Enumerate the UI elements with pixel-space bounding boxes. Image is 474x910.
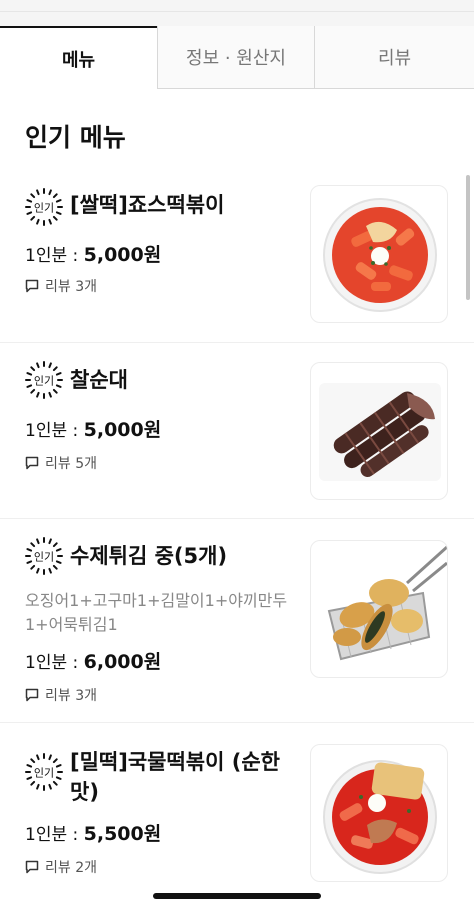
item-price: 1인분 : 6,000원 bbox=[25, 647, 161, 674]
price-value: 5,000원 bbox=[83, 244, 162, 266]
item-name: 수제튀김 중(5개) bbox=[70, 544, 228, 568]
menu-item[interactable]: 인기 수제튀김 중(5개) 오징어1+고구마1+김말이1+야끼만두1+어묵튀김1… bbox=[0, 519, 474, 723]
status-area bbox=[0, 0, 474, 26]
review-count[interactable]: 리뷰 3개 bbox=[25, 685, 97, 705]
price-value: 6,000원 bbox=[83, 651, 162, 673]
price-prefix: 1인분 : bbox=[25, 653, 79, 673]
popular-badge-icon: 인기 bbox=[25, 537, 63, 575]
item-description: 오징어1+고구마1+김말이1+야끼만두1+어묵튀김1 bbox=[25, 591, 288, 634]
price-value: 5,000원 bbox=[83, 419, 162, 441]
item-price: 1인분 : 5,000원 bbox=[25, 240, 161, 267]
price-prefix: 1인분 : bbox=[25, 421, 79, 441]
home-indicator[interactable] bbox=[153, 893, 321, 899]
badge-label: 인기 bbox=[34, 202, 54, 215]
tab-menu[interactable]: 메뉴 bbox=[0, 26, 157, 89]
popular-badge-icon: 인기 bbox=[25, 188, 63, 226]
scrollbar[interactable] bbox=[466, 175, 470, 300]
section-title: 인기 메뉴 bbox=[25, 123, 126, 152]
tab-bar: 메뉴 정보 · 원산지 리뷰 bbox=[0, 26, 474, 89]
review-label: 리뷰 3개 bbox=[45, 279, 97, 295]
badge-label: 인기 bbox=[34, 551, 54, 564]
item-image[interactable] bbox=[310, 744, 448, 882]
tab-info-origin[interactable]: 정보 · 원산지 bbox=[157, 26, 314, 89]
item-image[interactable] bbox=[310, 185, 448, 323]
review-label: 리뷰 5개 bbox=[45, 456, 97, 472]
review-count[interactable]: 리뷰 2개 bbox=[25, 857, 97, 877]
price-value: 5,500원 bbox=[83, 823, 162, 845]
review-count[interactable]: 리뷰 5개 bbox=[25, 453, 97, 473]
speech-bubble-icon bbox=[25, 456, 39, 470]
popular-badge-icon: 인기 bbox=[25, 361, 63, 399]
item-name: 찰순대 bbox=[70, 368, 128, 392]
review-count[interactable]: 리뷰 3개 bbox=[25, 276, 97, 296]
item-name: [밀떡]국물떡볶이 (순한맛) bbox=[70, 750, 280, 804]
fried-basket-image bbox=[327, 545, 447, 661]
price-prefix: 1인분 : bbox=[25, 246, 79, 266]
item-price: 1인분 : 5,000원 bbox=[25, 415, 161, 442]
tab-reviews[interactable]: 리뷰 bbox=[314, 26, 474, 89]
review-label: 리뷰 2개 bbox=[45, 860, 97, 876]
menu-item[interactable]: 인기 [쌀떡]죠스떡볶이 1인분 : 5,000원 리뷰 3개 bbox=[0, 168, 474, 343]
item-name: [쌀떡]죠스떡볶이 bbox=[70, 193, 225, 217]
speech-bubble-icon bbox=[25, 279, 39, 293]
badge-label: 인기 bbox=[34, 375, 54, 388]
tteokbokki-bowl-image bbox=[323, 198, 437, 312]
review-label: 리뷰 3개 bbox=[45, 688, 97, 704]
sundae-plate-image bbox=[319, 383, 441, 481]
popular-badge-icon: 인기 bbox=[25, 753, 63, 791]
item-image[interactable] bbox=[310, 540, 448, 678]
divider bbox=[0, 11, 474, 12]
soup-tteokbokki-bowl-image bbox=[323, 760, 437, 874]
item-image[interactable] bbox=[310, 362, 448, 500]
speech-bubble-icon bbox=[25, 860, 39, 874]
menu-item[interactable]: 인기 찰순대 1인분 : 5,000원 리뷰 5개 bbox=[0, 343, 474, 519]
price-prefix: 1인분 : bbox=[25, 825, 79, 845]
speech-bubble-icon bbox=[25, 688, 39, 702]
item-price: 1인분 : 5,500원 bbox=[25, 819, 161, 846]
badge-label: 인기 bbox=[34, 767, 54, 780]
menu-item[interactable]: 인기 [밀떡]국물떡볶이 (순한맛) 1인분 : 5,500원 리뷰 2개 bbox=[0, 723, 474, 910]
